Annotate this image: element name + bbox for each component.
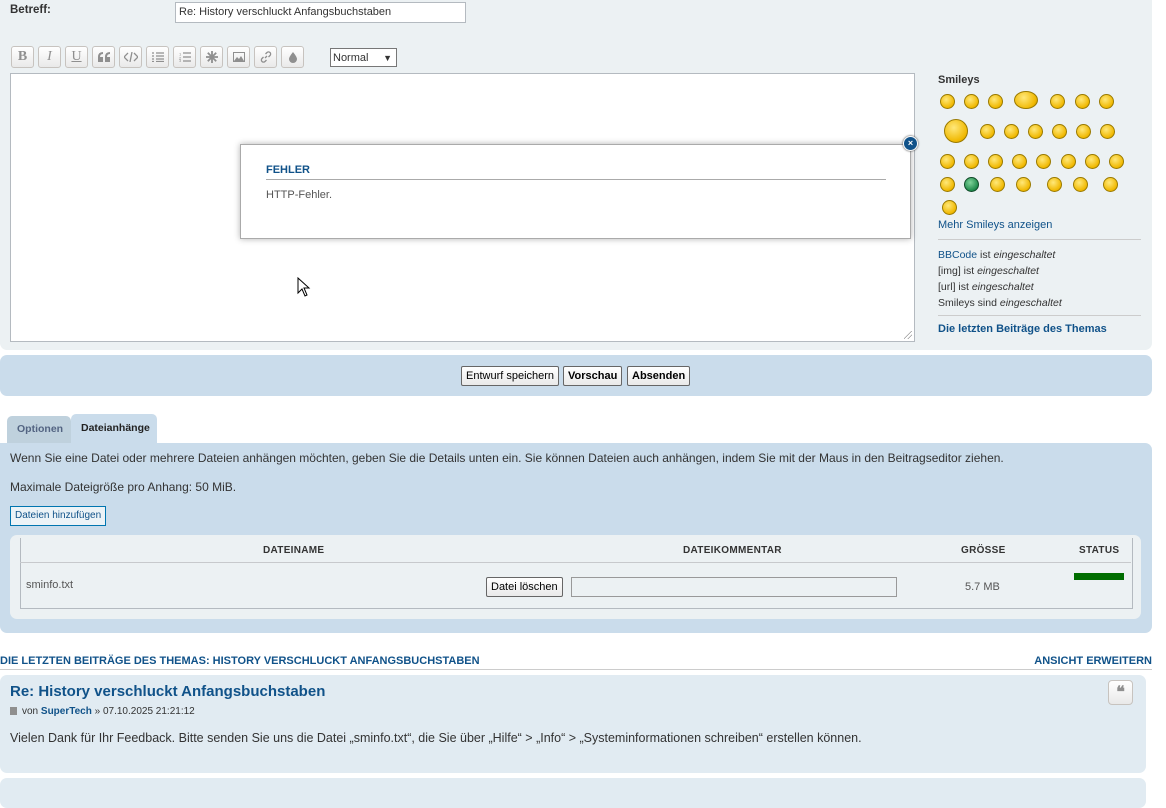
smiley-icon[interactable]: [940, 177, 955, 192]
upload-status-bar: [1074, 573, 1124, 580]
column-header-size: GRÖSSE: [961, 545, 1006, 556]
smiley-icon[interactable]: [1099, 94, 1114, 109]
divider: [266, 179, 886, 180]
last-posts-title: Die letzten Beiträge des Themas: History…: [0, 655, 480, 667]
attachments-info: Wenn Sie eine Datei oder mehrere Dateien…: [10, 451, 1004, 465]
smiley-icon[interactable]: [1052, 124, 1067, 139]
column-header-status: STATUS: [1079, 545, 1120, 556]
attachments-max-size: Maximale Dateigröße pro Anhang: 50 MiB.: [10, 480, 237, 494]
smiley-icon[interactable]: [1050, 94, 1065, 109]
list-item-icon[interactable]: [200, 46, 223, 68]
bbcode-link[interactable]: BBCode: [938, 249, 977, 261]
preview-button[interactable]: Vorschau: [563, 366, 623, 386]
post-date: » 07.10.2025 21:21:12: [94, 706, 195, 717]
smiley-icon[interactable]: [1109, 154, 1124, 169]
error-dialog: [240, 144, 911, 239]
smiley-icon[interactable]: [940, 94, 955, 109]
smiley-icon[interactable]: [1075, 94, 1090, 109]
font-size-value: Normal: [333, 52, 369, 64]
smiley-icon[interactable]: [1085, 154, 1100, 169]
chevron-down-icon: ▼: [383, 53, 392, 63]
smiley-icon[interactable]: [942, 200, 957, 215]
smiley-icon[interactable]: [1012, 154, 1027, 169]
link-icon[interactable]: [254, 46, 277, 68]
editor-toolbar: B I U 123: [11, 46, 304, 70]
smiley-icon[interactable]: [964, 154, 979, 169]
divider: [20, 562, 1131, 563]
smiley-icon[interactable]: [1103, 177, 1118, 192]
italic-button[interactable]: I: [38, 46, 61, 68]
submit-button[interactable]: Absenden: [627, 366, 691, 386]
smiley-icon[interactable]: [1073, 177, 1088, 192]
add-files-button[interactable]: Dateien hinzufügen: [10, 506, 107, 526]
color-icon[interactable]: [281, 46, 304, 68]
column-header-comment: DATEIKOMMENTAR: [683, 545, 782, 556]
smiley-icon[interactable]: [1028, 124, 1043, 139]
numbered-list-icon[interactable]: 123: [173, 46, 196, 68]
smiley-icon[interactable]: [964, 94, 979, 109]
save-draft-button[interactable]: Entwurf speichern: [461, 366, 560, 386]
post-icon: [10, 707, 17, 716]
smiley-icon[interactable]: [1016, 177, 1031, 192]
divider: [938, 315, 1141, 316]
smiley-icon[interactable]: [944, 119, 968, 143]
last-posts-link[interactable]: Die letzten Beiträge des Themas: [938, 323, 1107, 335]
tab-attachments[interactable]: Dateianhänge: [71, 414, 157, 443]
smiley-icon[interactable]: [1100, 124, 1115, 139]
file-comment-input[interactable]: [571, 577, 897, 597]
post-body: Vielen Dank für Ihr Feedback. Bitte send…: [10, 731, 862, 745]
smiley-icon[interactable]: [988, 94, 1003, 109]
smiley-icon[interactable]: [1014, 91, 1038, 109]
smiley-icon[interactable]: [1047, 177, 1062, 192]
smiley-icon[interactable]: [990, 177, 1005, 192]
error-message: HTTP-Fehler.: [266, 189, 333, 201]
post-meta: von SuperTech » 07.10.2025 21:21:12: [10, 706, 195, 717]
delete-file-button[interactable]: Datei löschen: [486, 577, 563, 597]
divider: [938, 239, 1141, 240]
quote-icon[interactable]: [92, 46, 115, 68]
post-title[interactable]: Re: History verschluckt Anfangsbuchstabe…: [10, 683, 325, 700]
smiley-icon[interactable]: [988, 154, 1003, 169]
smiley-icon[interactable]: [1004, 124, 1019, 139]
resize-handle-icon[interactable]: [904, 331, 912, 339]
post-card: [0, 778, 1146, 808]
smileys-title: Smileys: [938, 74, 980, 86]
code-icon[interactable]: [119, 46, 142, 68]
file-name: sminfo.txt: [26, 579, 74, 591]
column-header-filename: DATEINAME: [263, 545, 325, 556]
bbcode-settings: BBCode ist eingeschaltet [img] ist einge…: [938, 249, 1062, 309]
more-smileys-link[interactable]: Mehr Smileys anzeigen: [938, 219, 1052, 231]
font-size-select[interactable]: Normal ▼: [330, 48, 397, 67]
subject-label: Betreff:: [10, 4, 51, 16]
underline-button[interactable]: U: [65, 46, 88, 68]
quote-button[interactable]: ❝: [1108, 680, 1133, 705]
smiley-icon[interactable]: [1036, 154, 1051, 169]
post-author[interactable]: SuperTech: [41, 706, 92, 717]
smiley-icon[interactable]: [980, 124, 995, 139]
subject-input[interactable]: Re: History verschluckt Anfangsbuchstabe…: [175, 2, 466, 23]
bold-button[interactable]: B: [11, 46, 34, 68]
file-size: 5.7 MB: [965, 581, 1000, 593]
divider: [0, 669, 1152, 670]
close-icon[interactable]: ×: [903, 136, 918, 151]
svg-text:3: 3: [179, 58, 182, 62]
tab-options[interactable]: Optionen: [7, 416, 71, 443]
expand-view-link[interactable]: Ansicht erweitern: [1034, 655, 1152, 667]
smiley-icon[interactable]: [1061, 154, 1076, 169]
list-icon[interactable]: [146, 46, 169, 68]
smiley-icon[interactable]: [964, 177, 979, 192]
smiley-icon[interactable]: [1076, 124, 1091, 139]
smiley-icon[interactable]: [940, 154, 955, 169]
image-icon[interactable]: [227, 46, 250, 68]
error-title: FEHLER: [266, 164, 310, 176]
